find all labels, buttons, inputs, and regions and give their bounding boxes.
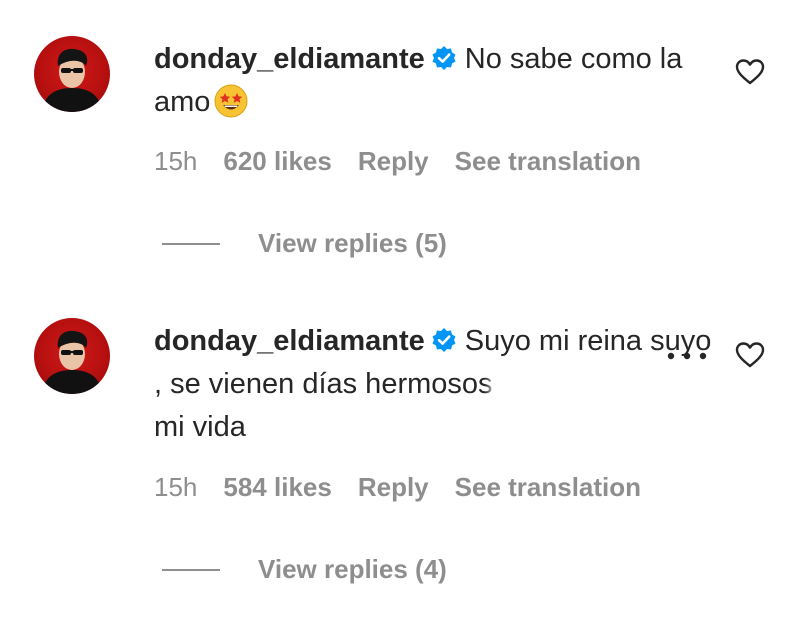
heart-outline-icon[interactable] xyxy=(734,339,766,371)
replies-divider xyxy=(162,568,220,571)
see-translation-button[interactable]: See translation xyxy=(455,472,641,503)
comment-text-end: mi vida xyxy=(154,411,246,443)
verified-badge-icon xyxy=(432,328,456,352)
comment-2: donday_eldiamante Suyo mi reina suyo , s… xyxy=(0,0,800,632)
comment-body: donday_eldiamante Suyo mi reina suyo , s… xyxy=(154,320,714,449)
comment-meta: 15h 584 likes Reply See translation xyxy=(154,472,641,503)
more-options-icon[interactable] xyxy=(664,350,710,362)
username-link[interactable]: donday_eldiamante xyxy=(154,325,425,357)
comment-timestamp[interactable]: 15h xyxy=(154,472,197,503)
avatar-portrait-icon xyxy=(42,330,102,394)
comment-text-faded: sos xyxy=(447,368,493,400)
view-replies-button[interactable]: View replies (4) xyxy=(162,554,447,585)
likes-count[interactable]: 584 likes xyxy=(223,472,331,503)
avatar[interactable] xyxy=(34,318,110,394)
reply-button[interactable]: Reply xyxy=(358,472,429,503)
view-replies-label: View replies (4) xyxy=(258,554,447,584)
